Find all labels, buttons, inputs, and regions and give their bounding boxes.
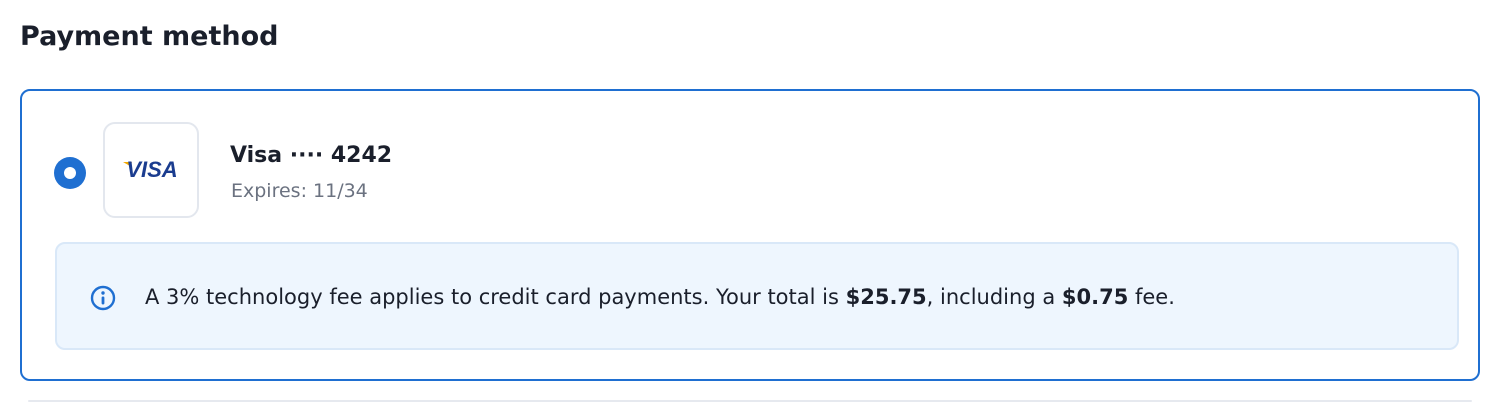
fee-text-middle: , including a	[926, 285, 1062, 309]
fee-notice-text: A 3% technology fee applies to credit ca…	[145, 283, 1175, 311]
radio-selected-dot	[64, 167, 76, 179]
card-brand-tile: VISA	[103, 122, 199, 218]
fee-text-end: fee.	[1128, 285, 1175, 309]
info-icon	[90, 285, 116, 311]
total-amount: $25.75	[845, 285, 927, 309]
visa-card-icon: VISA	[123, 157, 178, 182]
fee-notice: A 3% technology fee applies to credit ca…	[55, 242, 1459, 350]
payment-method-page: Payment method VISA Visa ···· 4242 Expir…	[0, 0, 1508, 402]
visa-logo-text: VISA	[126, 157, 177, 182]
card-expiry: Expires: 11/34	[231, 180, 368, 202]
card-name: Visa ···· 4242	[230, 143, 393, 168]
section-title: Payment method	[20, 21, 279, 52]
fee-text-intro: A 3% technology fee applies to credit ca…	[145, 285, 846, 309]
payment-option-radio[interactable]	[54, 157, 86, 189]
payment-option-card[interactable]: VISA Visa ···· 4242 Expires: 11/34 A 3% …	[20, 89, 1480, 381]
fee-amount: $0.75	[1061, 285, 1129, 309]
